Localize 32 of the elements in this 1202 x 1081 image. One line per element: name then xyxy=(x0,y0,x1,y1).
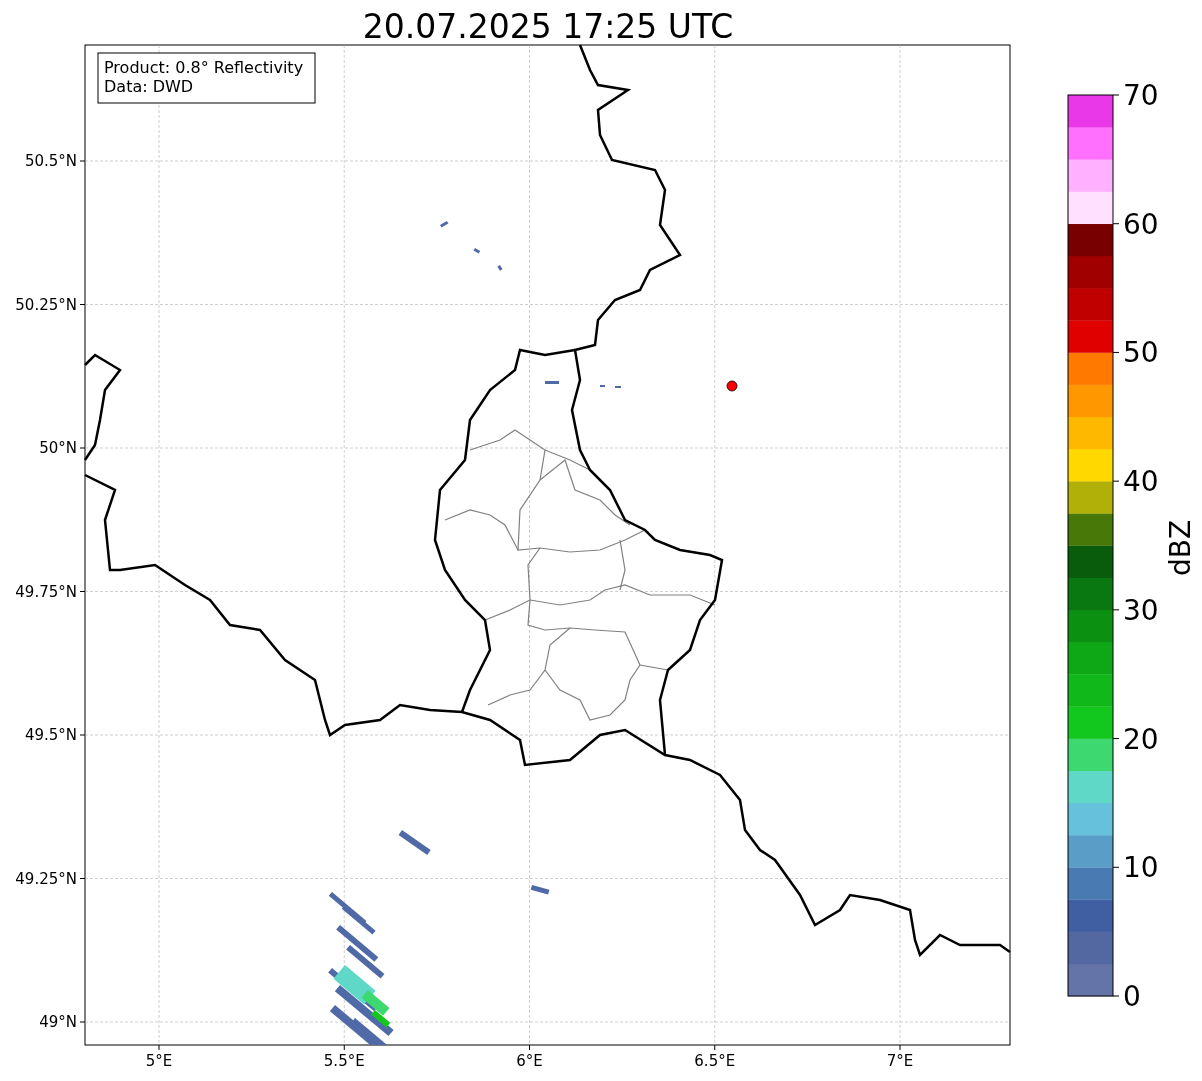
info-text: Data: DWD xyxy=(104,77,194,96)
latitude-tick-label: 50.25°N xyxy=(15,295,77,314)
latitude-tick-label: 49.5°N xyxy=(24,726,77,744)
info-text: Product: 0.8° Reflectivity xyxy=(104,58,304,77)
longitude-tick-label: 7°E xyxy=(886,1052,914,1070)
colorbar-tick-label: 70 xyxy=(1123,79,1159,112)
tick-mark xyxy=(1112,866,1120,868)
colorbar-tick-label: 20 xyxy=(1123,722,1159,756)
colorbar-tick-label: 40 xyxy=(1123,465,1159,499)
colorbar-label: dBZ xyxy=(1164,519,1197,577)
colorbar-tick-label: 30 xyxy=(1123,593,1159,627)
longitude-tick-label: 6°E xyxy=(516,1052,543,1070)
latitude-tick-label: 49.75°N xyxy=(15,582,77,601)
latitude-tick-label: 50.5°N xyxy=(24,152,77,170)
colorbar-tick-label: 10 xyxy=(1123,851,1159,885)
tick-mark xyxy=(1112,995,1120,997)
tick-mark xyxy=(1112,480,1120,482)
latitude-tick-label: 49.25°N xyxy=(15,869,77,888)
tick-mark xyxy=(1112,94,1120,96)
tick-mark xyxy=(1112,223,1120,225)
longitude-tick-label: 5°E xyxy=(145,1052,173,1070)
colorbar-tick-label: 50 xyxy=(1123,336,1159,370)
map-title: 20.07.2025 17:25 UTC xyxy=(362,7,734,46)
latitude-tick-label: 50°N xyxy=(39,439,77,457)
colorbar-tick-label: 0 xyxy=(1123,980,1141,1013)
longitude-tick-label: 5.5°E xyxy=(323,1052,365,1070)
colorbar-tick-label: 60 xyxy=(1123,207,1159,241)
longitude-tick-label: 6.5°E xyxy=(694,1052,736,1070)
latitude-tick-label: 49°N xyxy=(39,1013,77,1031)
tick-mark xyxy=(1112,351,1120,353)
tick-mark xyxy=(1112,609,1120,611)
tick-mark xyxy=(1112,738,1120,740)
